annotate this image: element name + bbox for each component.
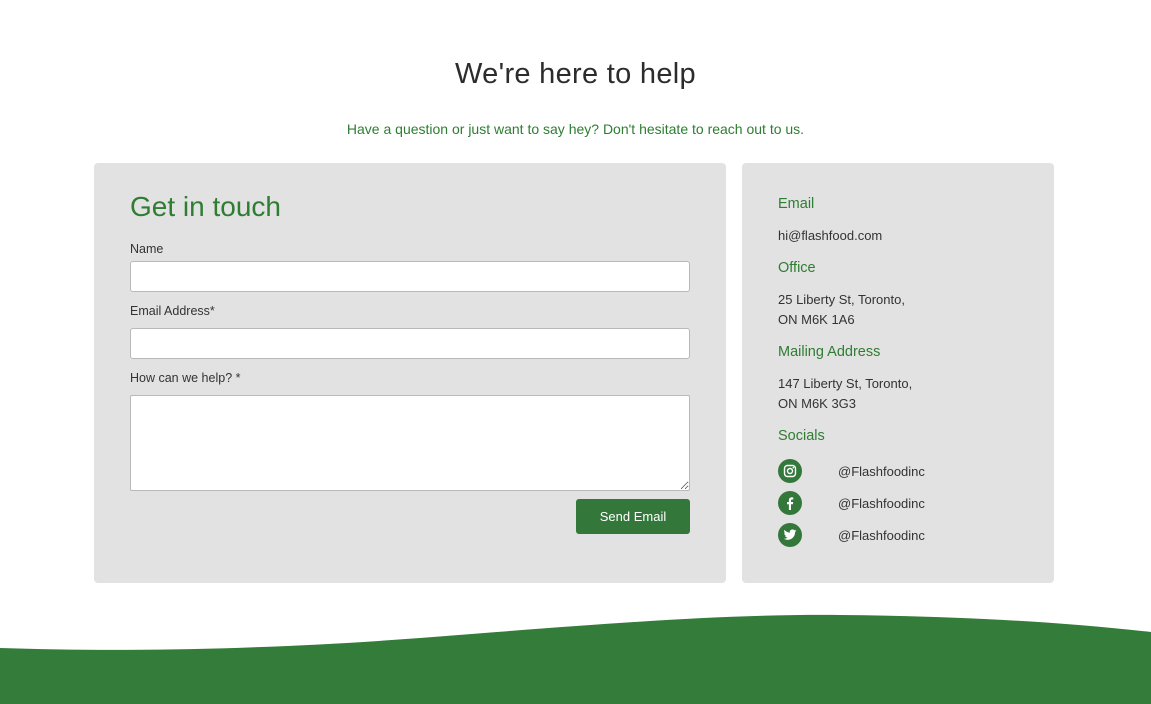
contact-form-card: Get in touch Name Email Address* How can… xyxy=(94,163,726,583)
office-address-line1: 25 Liberty St, Toronto, xyxy=(778,292,905,307)
name-label: Name xyxy=(130,242,164,256)
twitter-icon[interactable] xyxy=(778,523,802,547)
form-title: Get in touch xyxy=(130,191,281,222)
twitter-handle[interactable]: @Flashfoodinc xyxy=(838,528,925,543)
message-textarea[interactable] xyxy=(130,395,690,491)
message-label: How can we help? * xyxy=(130,371,241,385)
office-address-line2: ON M6K 1A6 xyxy=(778,312,855,327)
contact-info-card: Email hi@flashfood.com Office 25 Liberty… xyxy=(742,163,1054,583)
social-instagram[interactable]: @Flashfoodinc xyxy=(778,459,1018,483)
footer-wave xyxy=(0,614,1151,704)
contact-page: We're here to help Have a question or ju… xyxy=(0,0,1151,704)
page-subtitle: Have a question or just want to say hey?… xyxy=(346,121,805,137)
email-label: Email Address* xyxy=(130,304,215,318)
instagram-icon[interactable] xyxy=(778,459,802,483)
email-heading: Email xyxy=(778,196,815,212)
facebook-handle[interactable]: @Flashfoodinc xyxy=(838,496,925,511)
page-title: We're here to help xyxy=(455,58,696,90)
instagram-handle[interactable]: @Flashfoodinc xyxy=(838,464,925,479)
mailing-address-line2: ON M6K 3G3 xyxy=(778,396,857,411)
social-facebook[interactable]: @Flashfoodinc xyxy=(778,491,1018,515)
social-twitter[interactable]: @Flashfoodinc xyxy=(778,523,1018,547)
facebook-icon[interactable] xyxy=(778,491,802,515)
send-email-button[interactable]: Send Email xyxy=(576,499,690,534)
office-heading: Office xyxy=(778,260,816,276)
email-input[interactable] xyxy=(130,328,690,359)
mailing-address-line1: 147 Liberty St, Toronto, xyxy=(778,376,913,391)
name-input[interactable] xyxy=(130,261,690,292)
email-address: hi@flashfood.com xyxy=(778,228,883,243)
socials-heading: Socials xyxy=(778,428,825,444)
mailing-heading: Mailing Address xyxy=(778,344,881,360)
